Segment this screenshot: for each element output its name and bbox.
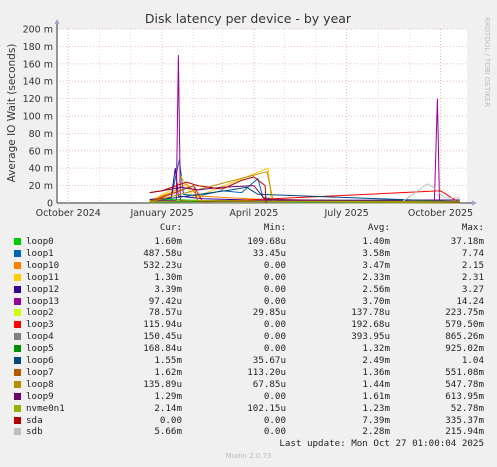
chart: 020 m40 m60 m80 m100 m120 m140 m160 m180…	[6, 11, 491, 219]
x-tick-label: January 2025	[129, 208, 193, 219]
y-tick-label: 40 m	[29, 164, 53, 175]
y-axis-arrow	[54, 19, 60, 24]
y-tick-label: 120 m	[23, 94, 53, 105]
x-axis-arrow	[472, 200, 477, 206]
rrdtool-watermark: RRDTOOL / TOBI OETIKER	[483, 17, 491, 107]
x-tick-label: July 2025	[324, 208, 369, 219]
chart-grid	[57, 28, 467, 203]
y-tick-label: 20 m	[29, 181, 53, 192]
y-tick-label: 200 m	[23, 25, 53, 36]
x-tick-label: October 2024	[36, 208, 101, 219]
y-tick-label: 80 m	[29, 129, 53, 140]
x-tick-label: April 2025	[229, 208, 278, 219]
chart-title: Disk latency per device - by year	[145, 11, 352, 26]
x-tick-label: October 2025	[408, 208, 473, 219]
y-tick-label: 180 m	[23, 42, 53, 53]
y-tick-label: 100 m	[23, 112, 53, 123]
y-tick-label: 160 m	[23, 59, 53, 70]
y-tick-label: 140 m	[23, 77, 53, 88]
y-axis-label: Average IO Wait (seconds)	[6, 44, 18, 183]
y-tick-label: 60 m	[29, 146, 53, 157]
